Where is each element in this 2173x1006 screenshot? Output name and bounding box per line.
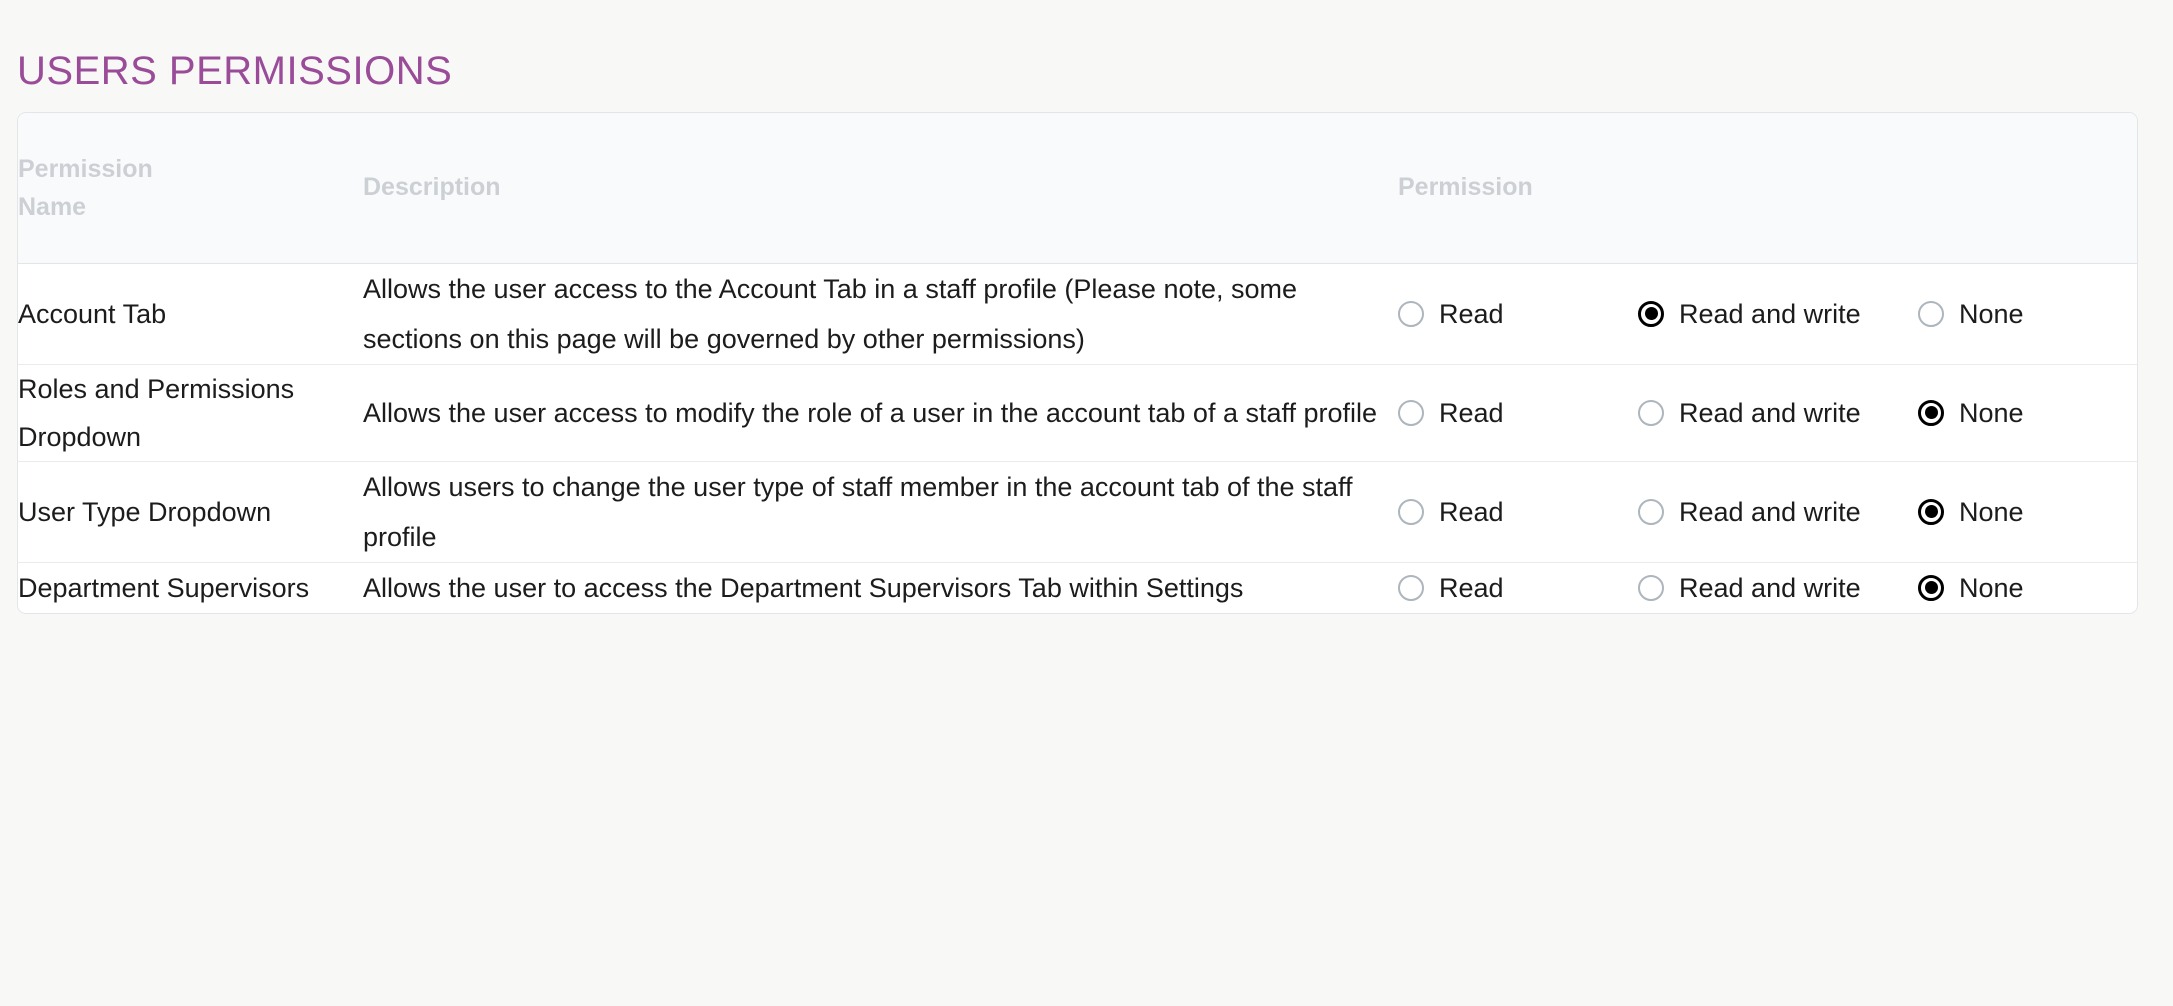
- radio-option-read[interactable]: Read: [1398, 496, 1638, 528]
- column-header-permission-name-line1: Permission: [18, 154, 153, 183]
- table-row: Roles and Permissions Dropdown Allows th…: [18, 364, 2137, 461]
- permission-options-cell: Read Read and write None: [1398, 461, 2137, 562]
- radio-label-read: Read: [1439, 572, 1504, 603]
- radio-icon-none[interactable]: [1918, 300, 1944, 327]
- radio-label-none: None: [1959, 572, 2024, 603]
- permissions-table: Permission Name Description Permission A…: [18, 113, 2137, 613]
- radio-group-user-type-dropdown: Read Read and write None: [1398, 496, 2137, 528]
- radio-icon-read[interactable]: [1398, 399, 1424, 426]
- radio-option-read[interactable]: Read: [1398, 397, 1638, 429]
- radio-group-department-supervisors: Read Read and write None: [1398, 572, 2137, 604]
- table-row: Department Supervisors Allows the user t…: [18, 562, 2137, 613]
- radio-icon-read-and-write[interactable]: [1638, 574, 1664, 601]
- radio-group-roles-and-permissions-dropdown: Read Read and write None: [1398, 397, 2137, 429]
- permission-description-cell: Allows users to change the user type of …: [363, 471, 1353, 552]
- radio-label-read: Read: [1439, 496, 1504, 527]
- users-permissions-page: USERS PERMISSIONS Permission Name Descri…: [0, 0, 2173, 1006]
- permission-description-cell: Allows the user to access the Department…: [363, 572, 1244, 603]
- radio-option-none[interactable]: None: [1918, 397, 2118, 429]
- radio-group-account-tab: Read Read and write None: [1398, 298, 2137, 330]
- radio-icon-read-and-write[interactable]: [1638, 498, 1664, 525]
- permission-name-cell: Account Tab: [18, 298, 167, 329]
- radio-icon-read-and-write[interactable]: [1638, 399, 1664, 426]
- radio-label-read-and-write: Read and write: [1679, 496, 1861, 527]
- radio-option-none[interactable]: None: [1918, 298, 2118, 330]
- radio-option-read-and-write[interactable]: Read and write: [1638, 298, 1918, 330]
- radio-option-read-and-write[interactable]: Read and write: [1638, 572, 1918, 604]
- permissions-card: Permission Name Description Permission A…: [17, 112, 2138, 614]
- column-header-permission: Permission: [1398, 113, 2137, 264]
- radio-label-read-and-write: Read and write: [1679, 572, 1861, 603]
- radio-option-none[interactable]: None: [1918, 496, 2118, 528]
- table-row: User Type Dropdown Allows users to chang…: [18, 461, 2137, 562]
- radio-icon-read[interactable]: [1398, 498, 1424, 525]
- radio-option-none[interactable]: None: [1918, 572, 2118, 604]
- radio-label-read-and-write: Read and write: [1679, 298, 1861, 329]
- permission-description-cell: Allows the user access to the Account Ta…: [363, 273, 1298, 354]
- radio-icon-none[interactable]: [1918, 574, 1944, 601]
- radio-option-read[interactable]: Read: [1398, 572, 1638, 604]
- column-header-description: Description: [363, 113, 1398, 264]
- radio-option-read-and-write[interactable]: Read and write: [1638, 397, 1918, 429]
- table-header-row: Permission Name Description Permission: [18, 113, 2137, 264]
- radio-label-read: Read: [1439, 397, 1504, 428]
- table-row: Account Tab Allows the user access to th…: [18, 263, 2137, 364]
- radio-icon-read-and-write[interactable]: [1638, 300, 1664, 327]
- permission-options-cell: Read Read and write None: [1398, 562, 2137, 613]
- column-header-permission-name-line2: Name: [18, 192, 87, 221]
- radio-label-read: Read: [1439, 298, 1504, 329]
- permission-options-cell: Read Read and write None: [1398, 364, 2137, 461]
- radio-icon-none[interactable]: [1918, 399, 1944, 426]
- radio-label-read-and-write: Read and write: [1679, 397, 1861, 428]
- permission-name-cell: Roles and Permissions Dropdown: [18, 373, 295, 452]
- radio-label-none: None: [1959, 397, 2024, 428]
- radio-icon-read[interactable]: [1398, 574, 1424, 601]
- column-header-permission-name: Permission Name: [18, 113, 363, 264]
- permission-options-cell: Read Read and write None: [1398, 263, 2137, 364]
- table-header: Permission Name Description Permission: [18, 113, 2137, 264]
- radio-icon-none[interactable]: [1918, 498, 1944, 525]
- radio-option-read[interactable]: Read: [1398, 298, 1638, 330]
- radio-label-none: None: [1959, 298, 2024, 329]
- radio-label-none: None: [1959, 496, 2024, 527]
- table-body: Account Tab Allows the user access to th…: [18, 263, 2137, 613]
- radio-option-read-and-write[interactable]: Read and write: [1638, 496, 1918, 528]
- page-title: USERS PERMISSIONS: [17, 48, 453, 93]
- permission-name-cell: User Type Dropdown: [18, 496, 272, 527]
- permission-name-cell: Department Supervisors: [18, 572, 310, 603]
- radio-icon-read[interactable]: [1398, 300, 1424, 327]
- permission-description-cell: Allows the user access to modify the rol…: [363, 397, 1378, 428]
